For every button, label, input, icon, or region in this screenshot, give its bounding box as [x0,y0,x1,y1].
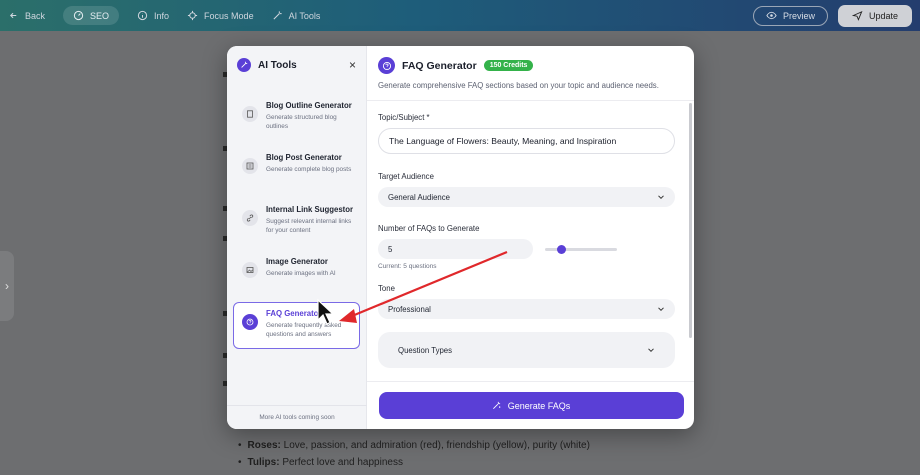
tab-focus-label: Focus Mode [204,10,254,21]
faq-count-label: Number of FAQs to Generate [378,224,480,233]
slider-handle[interactable] [557,244,567,254]
chevron-down-icon [658,307,664,312]
focus-icon [187,10,198,21]
file-text-icon [242,158,258,174]
question-circle-icon [378,57,395,74]
generate-faqs-label: Generate FAQs [507,400,571,411]
topic-label: Topic/Subject * [378,113,430,122]
preview-label: Preview [782,10,815,21]
list-item-text: Perfect love and happiness [282,457,403,468]
tool-image-generator[interactable]: Image Generator Generate images with AI [233,250,360,297]
question-types-label: Question Types [398,345,453,355]
tone-label: Tone [378,284,395,293]
arrow-left-icon [9,12,17,19]
panel-subtitle: Generate comprehensive FAQ sections base… [378,81,659,90]
sidebar-footer: More AI tools coming soon [227,405,367,429]
tone-value: Professional [388,304,431,314]
tool-faq-generator[interactable]: FAQ Generator Generate frequently asked q… [233,302,360,349]
magic-wand-icon [273,11,282,20]
form-scrollbar[interactable] [689,103,692,338]
ai-tools-modal: AI Tools × Blog Outline Generator Generat… [227,46,694,429]
list-item: Tulips: Perfect love and happiness [238,457,590,468]
tool-name: Image Generator [266,257,328,266]
sidebar-header: AI Tools × [227,46,366,84]
list-item-term: Tulips: [247,457,280,468]
audience-label: Target Audience [378,172,434,181]
tool-name: FAQ Generator [266,309,322,318]
audience-value: General Audience [388,192,450,202]
tool-name: Internal Link Suggestor [266,205,354,214]
sidebar-toggle[interactable]: › [0,251,14,321]
faq-count-hint: Current: 5 questions [378,263,437,270]
tool-description: Generate complete blog posts [266,166,352,173]
tool-description: Generate structured blog outlines [266,114,337,130]
panel-form: Topic/Subject * The Language of Flowers:… [367,101,694,378]
tab-focus-mode[interactable]: Focus Mode [187,10,254,21]
tab-ai-tools-label: AI Tools [288,10,321,21]
faq-generator-panel: FAQ Generator 150 Credits Generate compr… [367,46,694,429]
sidebar-title: AI Tools [258,59,297,71]
chevron-right-icon: › [5,279,9,293]
eye-icon [766,11,777,20]
back-label: Back [25,10,46,21]
generate-faqs-button[interactable]: Generate FAQs [378,392,684,419]
audience-select[interactable]: General Audience [378,187,675,207]
preview-button[interactable]: Preview [752,5,828,26]
back-button[interactable]: Back [8,10,45,21]
tools-list: Blog Outline Generator Generate structure… [227,84,366,349]
gauge-icon [73,10,84,21]
tool-blog-post-generator[interactable]: Blog Post Generator Generate complete blo… [233,146,360,193]
topic-input[interactable]: The Language of Flowers: Beauty, Meaning… [378,128,675,154]
editor-toolbar: Back SEO Info Focus Mode AI Tools Previe… [0,0,920,31]
tool-description: Generate images with AI [266,270,336,277]
question-icon [242,314,258,330]
panel-title: FAQ Generator [402,59,477,72]
question-types-accordion[interactable]: Question Types [378,332,675,368]
tab-ai-tools[interactable]: AI Tools [272,10,321,21]
tab-seo[interactable]: SEO [63,6,120,25]
tab-info-label: Info [154,10,170,21]
tool-name: Blog Outline Generator [266,101,352,110]
panel-header: FAQ Generator 150 Credits Generate compr… [367,46,694,101]
tool-description: Generate frequently asked questions and … [266,322,342,338]
update-label: Update [868,10,898,21]
info-icon [137,10,148,21]
tool-internal-link-suggestor[interactable]: Internal Link Suggestor Suggest relevant … [233,198,360,245]
magic-wand-icon [492,401,501,409]
chevron-down-icon [648,348,654,353]
link-icon [242,210,258,226]
tool-description: Suggest relevant internal links for your… [266,218,352,234]
ai-wand-icon [237,58,251,72]
chevron-down-icon [658,195,664,200]
document-icon [242,106,258,122]
credits-badge: 150 Credits [483,60,534,71]
tool-blog-outline-generator[interactable]: Blog Outline Generator Generate structure… [233,94,360,141]
faq-count-slider[interactable] [545,244,617,254]
faq-count-input[interactable]: 5 [378,239,533,259]
tab-info[interactable]: Info [137,10,169,21]
tab-seo-label: SEO [90,10,110,21]
list-item-term: Roses: [247,440,281,451]
tools-sidebar: AI Tools × Blog Outline Generator Generat… [227,46,367,429]
list-item: Roses: Love, passion, and admiration (re… [238,440,590,451]
article-list: Roses: Love, passion, and admiration (re… [238,440,590,474]
list-item-text: Love, passion, and admiration (red), fri… [283,440,590,451]
close-icon[interactable]: × [349,58,356,72]
update-button[interactable]: Update [837,4,912,27]
send-icon [851,10,863,21]
image-icon [242,262,258,278]
panel-footer: Generate FAQs [367,381,694,429]
tool-name: Blog Post Generator [266,153,342,162]
tone-select[interactable]: Professional [378,299,675,319]
